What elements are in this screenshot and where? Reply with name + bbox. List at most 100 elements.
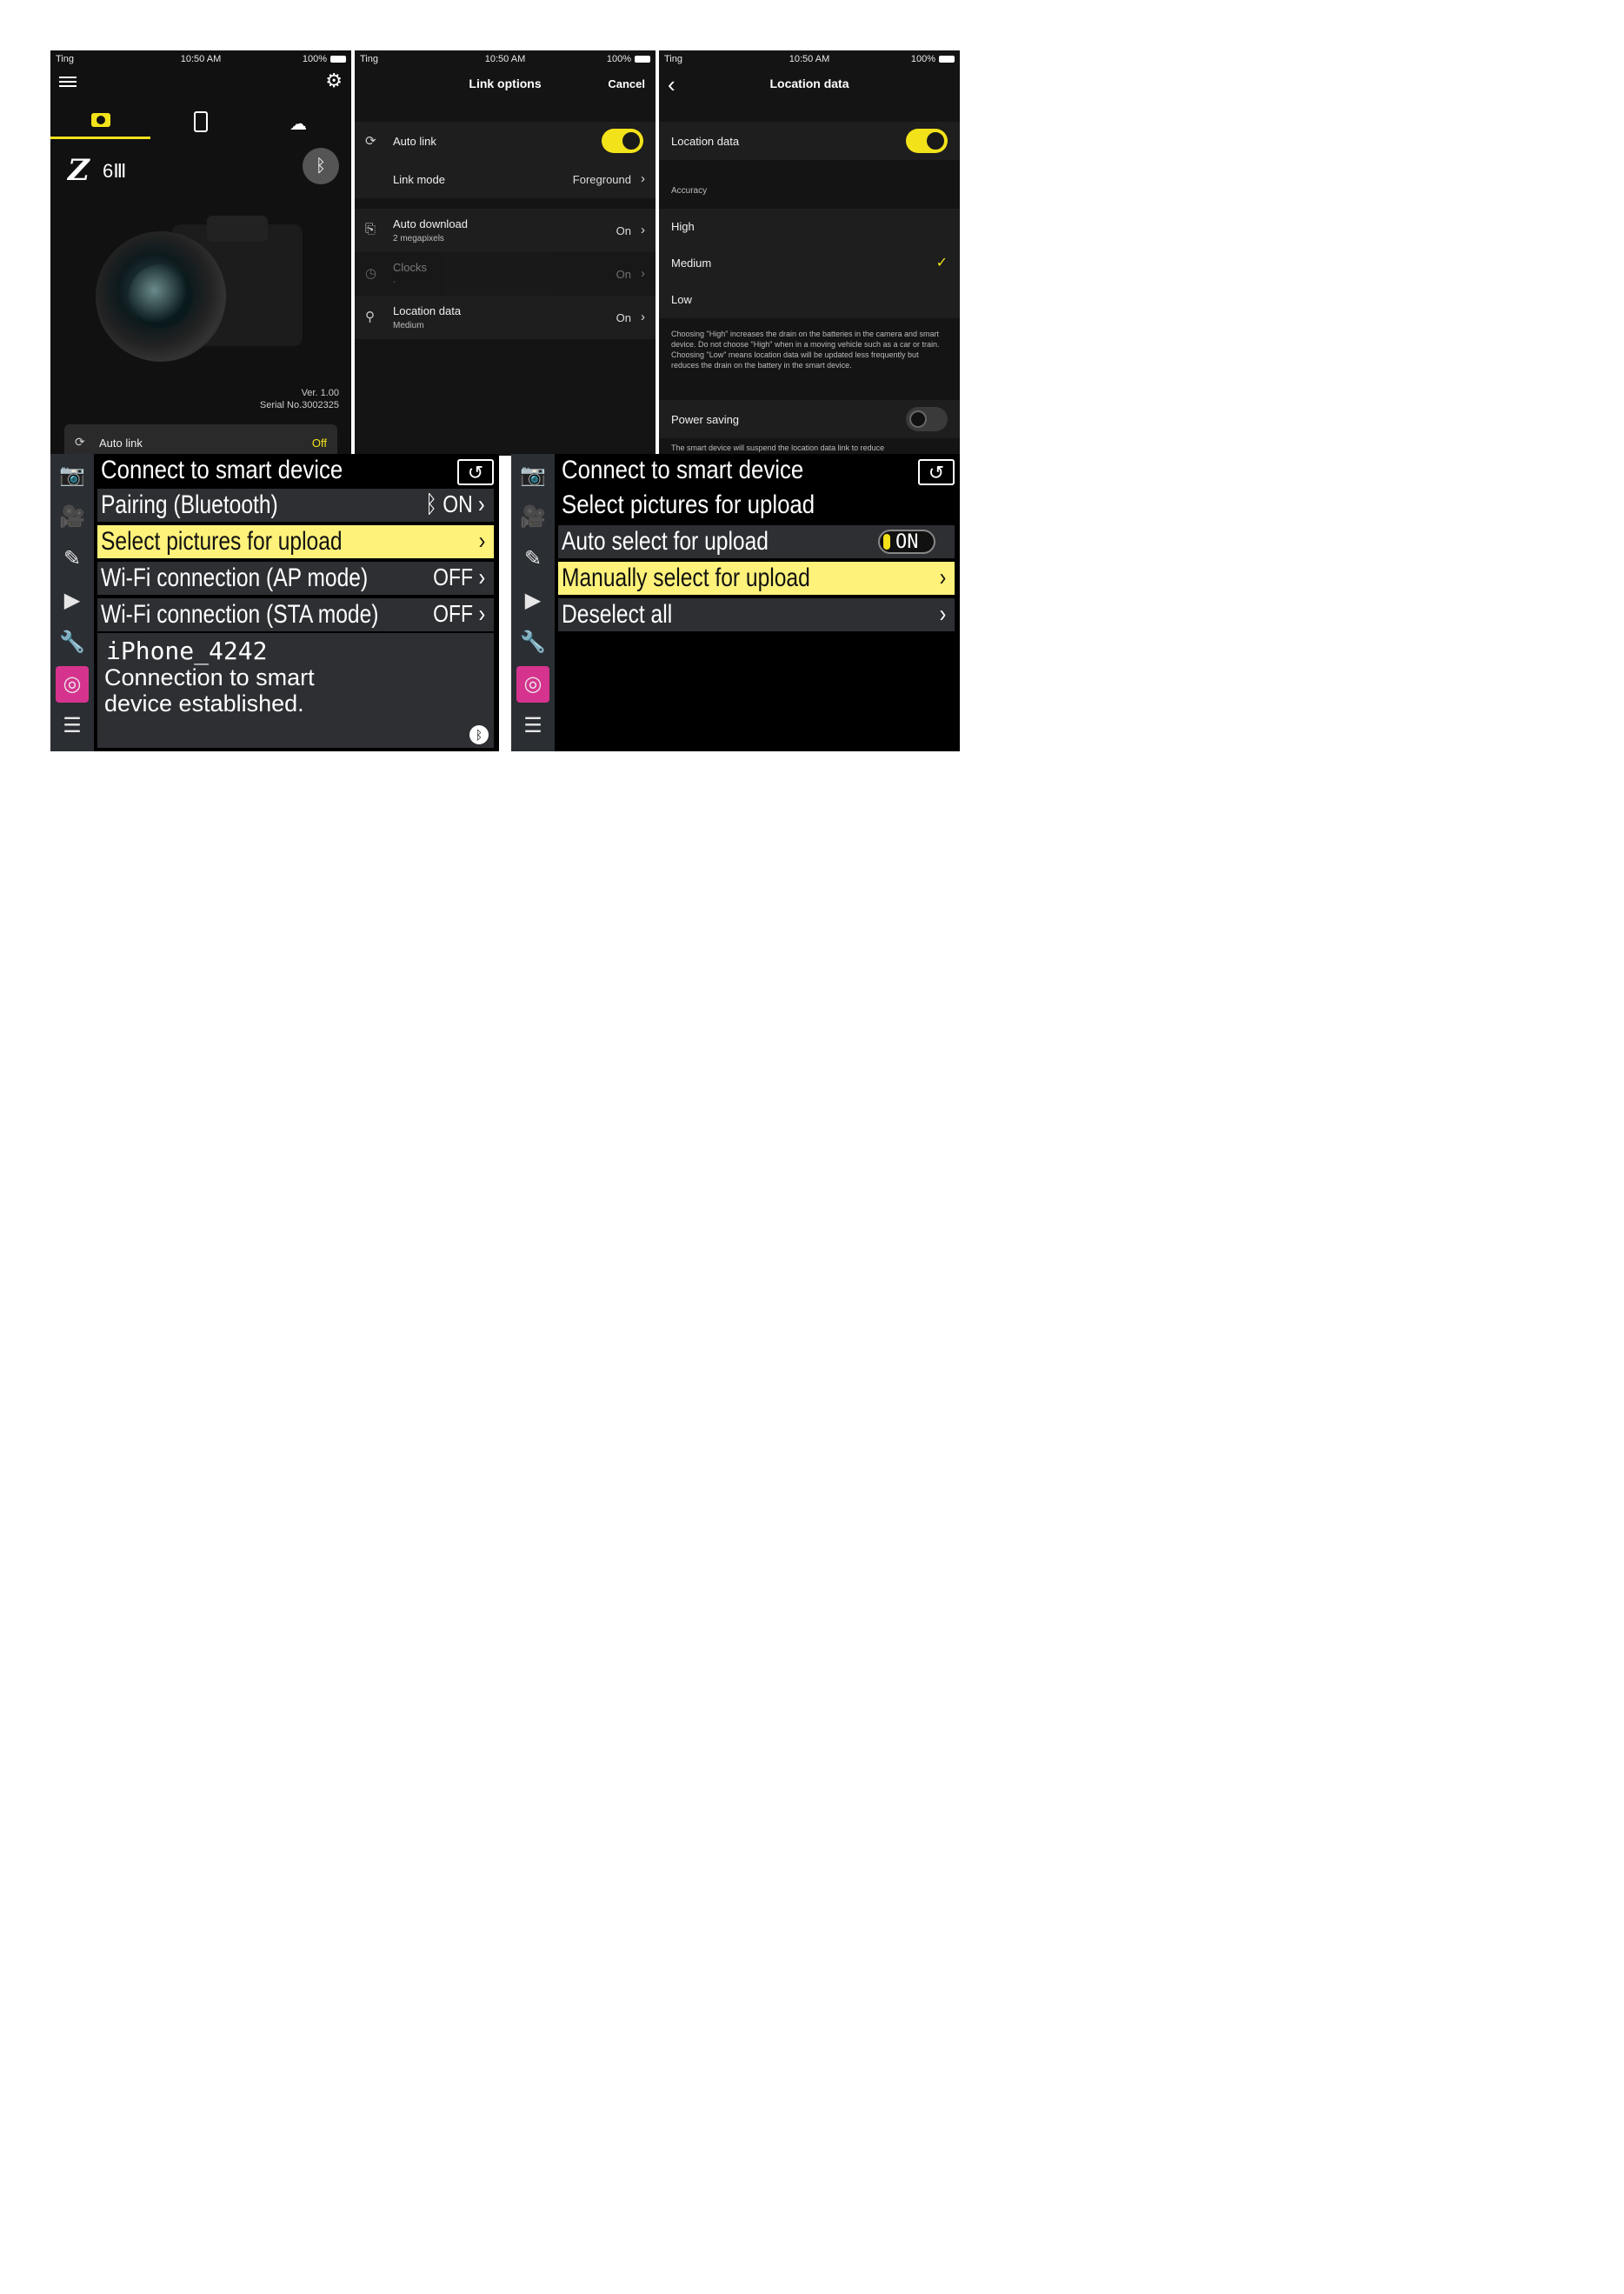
location-pin-icon: ⚲ xyxy=(365,310,375,324)
bluetooth-status-icon: ᛒ xyxy=(469,725,489,744)
power-saving-row[interactable]: Power saving xyxy=(659,400,960,438)
auto-link-toggle[interactable] xyxy=(602,129,643,153)
clocks-subtitle: - xyxy=(393,277,396,287)
auto-download-row[interactable]: ⎘ Auto download 2 megapixels On › xyxy=(355,209,656,252)
menu-sidebar: 📷 🎥 ✎ ▶ 🔧 ◎ ☰ xyxy=(511,454,555,751)
accuracy-medium-label: Medium xyxy=(671,257,712,270)
bluetooth-icon: ᛒ xyxy=(425,490,438,517)
setup-wrench-icon[interactable]: 🔧 xyxy=(56,624,89,661)
serial-number: Serial No.3002325 xyxy=(259,400,339,410)
network-menu-icon[interactable]: ◎ xyxy=(516,666,549,703)
location-data-label: Location data xyxy=(671,135,740,148)
location-data-toggle-row[interactable]: Location data xyxy=(659,122,960,160)
link-mode-row[interactable]: Link mode Foreground › xyxy=(355,160,656,198)
camera-menu-connect: 📷 🎥 ✎ ▶ 🔧 ◎ ☰ Connect to smart device ↺ … xyxy=(50,454,499,751)
accuracy-medium-option[interactable]: Medium ✓ xyxy=(659,245,960,282)
nikon-z-logo: Z xyxy=(68,153,90,188)
accuracy-low-label: Low xyxy=(671,293,692,306)
playback-menu-icon[interactable]: ▶ xyxy=(516,583,549,619)
my-menu-icon[interactable]: ☰ xyxy=(56,708,89,744)
tab-cloud[interactable]: ☁ xyxy=(251,104,351,139)
return-icon[interactable]: ↺ xyxy=(457,459,494,485)
nav-bar: Link options Cancel xyxy=(355,68,656,103)
deselect-all-label: Deselect all xyxy=(562,600,673,629)
auto-link-label: Auto link xyxy=(99,437,143,450)
auto-select-row[interactable]: Auto select for upload ON xyxy=(558,525,955,558)
power-saving-note: The smart device will suspend the locati… xyxy=(671,443,885,452)
camera-menu-select-pictures: 📷 🎥 ✎ ▶ 🔧 ◎ ☰ Connect to smart device ↺ … xyxy=(511,454,960,751)
manually-select-row[interactable]: Manually select for upload › xyxy=(558,562,955,595)
menu-subtitle: Select pictures for upload xyxy=(562,490,815,519)
pairing-bluetooth-label: Pairing (Bluetooth) xyxy=(101,490,278,519)
custom-settings-pencil-icon[interactable]: ✎ xyxy=(56,541,89,577)
connection-message-line1: Connection to smart xyxy=(104,664,315,690)
photo-shooting-menu-icon[interactable]: 📷 xyxy=(56,457,89,494)
auto-select-toggle[interactable]: ON xyxy=(878,530,935,554)
auto-link-label: Auto link xyxy=(393,135,436,148)
tab-smartphone[interactable] xyxy=(150,104,251,139)
tab-camera[interactable] xyxy=(50,104,150,139)
chevron-right-icon: › xyxy=(641,171,645,186)
cloud-icon: ☁ xyxy=(290,115,307,134)
link-mode-value: Foreground xyxy=(572,173,631,186)
wifi-sta-label: Wi-Fi connection (STA mode) xyxy=(101,600,379,629)
chevron-right-icon: › xyxy=(939,563,946,590)
auto-link-row[interactable]: ⟳ Auto link xyxy=(355,122,656,160)
battery-label: 100% xyxy=(302,54,327,64)
movie-menu-icon[interactable]: 🎥 xyxy=(516,499,549,536)
camera-model: 6Ⅲ xyxy=(103,160,127,182)
power-saving-toggle[interactable] xyxy=(906,407,948,431)
auto-select-value: ON xyxy=(895,531,919,553)
pairing-value: ON xyxy=(443,490,473,517)
power-saving-label: Power saving xyxy=(671,413,740,426)
auto-link-row[interactable]: ⟳ Auto link Off xyxy=(64,424,337,456)
cancel-button[interactable]: Cancel xyxy=(608,77,645,90)
toggle-knob xyxy=(883,534,890,550)
auto-download-value: On xyxy=(616,224,631,237)
deselect-all-row[interactable]: Deselect all › xyxy=(558,598,955,631)
photo-shooting-menu-icon[interactable]: 📷 xyxy=(516,457,549,494)
movie-menu-icon[interactable]: 🎥 xyxy=(56,499,89,536)
connection-message-line2: device established. xyxy=(104,690,304,717)
location-data-row[interactable]: ⚲ Location data Medium On › xyxy=(355,296,656,339)
location-data-value: On xyxy=(616,311,631,324)
accuracy-high-label: High xyxy=(671,220,695,233)
accuracy-description: Choosing "High" increases the drain on t… xyxy=(671,330,940,370)
my-menu-icon[interactable]: ☰ xyxy=(516,708,549,744)
wifi-sta-row[interactable]: Wi-Fi connection (STA mode) OFF › xyxy=(97,598,494,631)
firmware-version: Ver. 1.00 xyxy=(301,388,339,398)
bluetooth-button[interactable]: ᛒ xyxy=(303,148,339,184)
pairing-bluetooth-row[interactable]: Pairing (Bluetooth) ᛒ ON › xyxy=(97,489,494,522)
accuracy-heading: Accuracy xyxy=(671,186,708,196)
wifi-ap-row[interactable]: Wi-Fi connection (AP mode) OFF › xyxy=(97,562,494,595)
clock-icon: ◷ xyxy=(365,266,377,281)
wifi-ap-label: Wi-Fi connection (AP mode) xyxy=(101,563,369,592)
status-bar: Ting 10:50 AM 100% xyxy=(50,50,351,70)
auto-download-label: Auto download xyxy=(393,217,469,230)
settings-gear-icon[interactable]: ⚙ xyxy=(325,70,343,92)
chevron-right-icon: › xyxy=(939,600,946,627)
camera-image xyxy=(94,216,311,363)
connection-info-box: iPhone_4242 Connection to smart device e… xyxy=(97,633,494,748)
menu-sidebar: 📷 🎥 ✎ ▶ 🔧 ◎ ☰ xyxy=(50,454,94,751)
accuracy-low-option[interactable]: Low xyxy=(659,282,960,318)
menu-title: Connect to smart device xyxy=(101,456,343,484)
battery-icon xyxy=(939,56,955,63)
network-menu-icon[interactable]: ◎ xyxy=(56,666,89,703)
playback-menu-icon[interactable]: ▶ xyxy=(56,583,89,619)
location-data-toggle[interactable] xyxy=(906,129,948,153)
auto-select-label: Auto select for upload xyxy=(562,527,769,556)
sync-icon: ⟳ xyxy=(75,435,85,449)
auto-download-subtitle: 2 megapixels xyxy=(393,234,444,243)
bluetooth-icon: ᛒ xyxy=(316,157,326,176)
checkmark-icon: ✓ xyxy=(935,256,948,270)
accuracy-high-option[interactable]: High xyxy=(659,209,960,245)
app-home-screen: Ting 10:50 AM 100% ⚙ ☁ Z 6Ⅲ ᛒ Ver. 1.00 … xyxy=(50,50,351,456)
return-icon[interactable]: ↺ xyxy=(918,459,955,485)
setup-wrench-icon[interactable]: 🔧 xyxy=(516,624,549,661)
custom-settings-pencil-icon[interactable]: ✎ xyxy=(516,541,549,577)
menu-icon[interactable] xyxy=(59,75,77,89)
clocks-label: Clocks xyxy=(393,261,428,274)
select-pictures-row[interactable]: Select pictures for upload › xyxy=(97,525,494,558)
wifi-sta-value: OFF xyxy=(433,600,473,627)
